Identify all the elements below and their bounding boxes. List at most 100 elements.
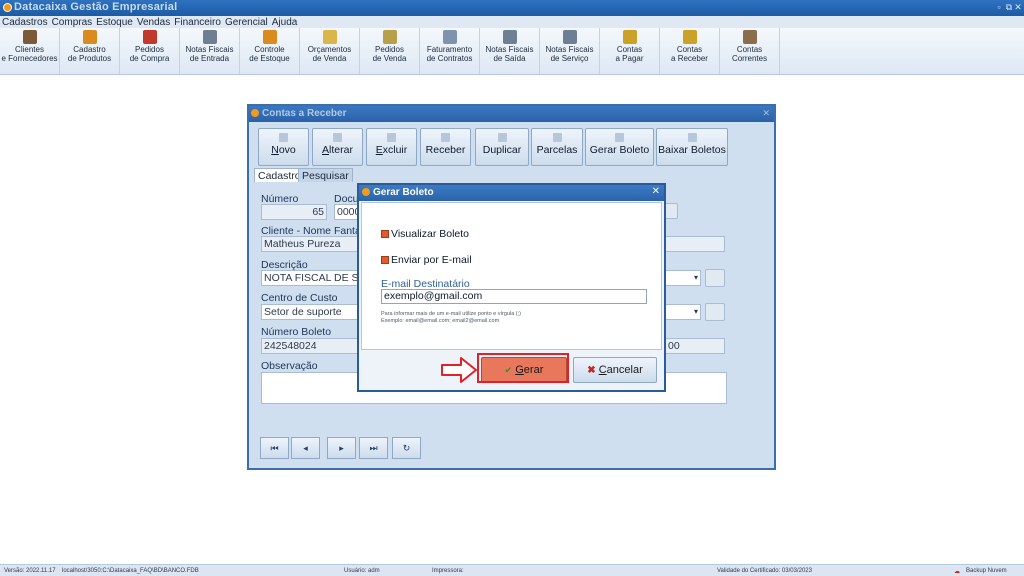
app-titlebar: Datacaixa Gestão Empresarial ▫ ⧉ ✕: [0, 0, 1024, 16]
enviar-email-label: Enviar por E-mail: [391, 254, 472, 266]
novo-button[interactable]: Novo: [258, 128, 309, 166]
excluir-label-rest: xcluir: [382, 144, 408, 156]
alterar-label: Alterar: [313, 144, 362, 156]
numero-field: 65: [261, 204, 327, 220]
enviar-email-checkbox[interactable]: [381, 256, 389, 264]
contract-doc-icon: [442, 30, 457, 44]
toolbar-pedidos-venda[interactable]: Pedidos de Venda: [360, 28, 420, 74]
toolbar-pedidos-compra-label: Pedidos de Compra: [129, 45, 170, 63]
prev-record-button[interactable]: ◂: [291, 437, 320, 459]
stock-boxes-icon: [262, 30, 277, 44]
descricao-field[interactable]: NOTA FISCAL DE SER: [261, 270, 360, 286]
gerar-boleto-label: Gerar Boleto: [589, 144, 650, 156]
gerar-boleto-titlebar: Gerar Boleto ✕: [359, 185, 664, 201]
close-icon[interactable]: ✕: [1013, 2, 1023, 12]
cancelar-label-rest: ancelar: [606, 364, 643, 376]
copy-icon: [497, 133, 507, 142]
tab-pesquisar[interactable]: Pesquisar: [298, 168, 353, 182]
toolbar-estoque[interactable]: Controle de Estoque: [240, 28, 300, 74]
edit-icon: [333, 133, 342, 142]
toolbar-nf-saida[interactable]: Notas Fiscais de Saída: [480, 28, 540, 74]
toolbar-orcamentos-label: Orçamentos de Venda: [307, 45, 352, 63]
excluir-button[interactable]: Excluir: [366, 128, 417, 166]
next-record-button[interactable]: ▸: [327, 437, 356, 459]
minimize-icon[interactable]: ▫: [994, 2, 1004, 12]
receber-button[interactable]: Receber: [420, 128, 471, 166]
valor-field: 00: [665, 338, 725, 354]
toolbar-orcamentos[interactable]: Orçamentos de Venda: [300, 28, 360, 74]
parcelas-label: Parcelas: [536, 144, 578, 156]
alterar-button[interactable]: Alterar: [312, 128, 363, 166]
first-record-button[interactable]: ⏮: [260, 437, 289, 459]
email-hint-line2: Exemplo: email@email.com; email2@email.c…: [381, 318, 500, 324]
status-backup[interactable]: Backup Nuvem: [966, 568, 1007, 574]
cancelar-button[interactable]: ✖ Cancelar: [573, 357, 657, 383]
baixar-boletos-button[interactable]: Baixar Boletos: [656, 128, 728, 166]
dialog-logo-icon: [362, 188, 370, 196]
cliente-field[interactable]: Matheus Pureza: [261, 236, 360, 252]
descricao-dropdown[interactable]: ▾: [665, 270, 701, 286]
menu-bar: Cadastros Compras Estoque Vendas Financeiro G…: [0, 16, 1024, 28]
invoice-service-icon: [562, 30, 577, 44]
window-logo-icon: [251, 109, 259, 117]
toolbar-contas-pagar[interactable]: Contas a Pagar: [600, 28, 660, 74]
dialog-close-icon[interactable]: ✕: [652, 186, 660, 197]
sales-order-icon: [382, 30, 397, 44]
window-close-icon[interactable]: ✕: [762, 108, 770, 119]
contas-receber-titlebar: Contas a Receber ✕: [249, 106, 774, 122]
centro-custo-label: Centro de Custo: [261, 292, 338, 304]
toolbar-faturamento[interactable]: Faturamento de Contratos: [420, 28, 480, 74]
toolbar-contas-correntes-label: Contas Correntes: [731, 45, 768, 63]
visualizar-checkbox[interactable]: [381, 230, 389, 238]
invoice-out-icon: [502, 30, 517, 44]
numero-boleto-field: 242548024: [261, 338, 360, 354]
app-logo-icon: [3, 3, 12, 12]
duplicar-button[interactable]: Duplicar: [475, 128, 529, 166]
toolbar-faturamento-label: Faturamento de Contratos: [426, 45, 473, 63]
alterar-label-rest: lterar: [329, 144, 353, 156]
novo-label-mnemonic: N: [271, 144, 279, 156]
toolbar-clientes[interactable]: Clientes e Fornecedores: [0, 28, 60, 74]
receber-label: Receber: [425, 144, 466, 156]
pay-icon: [622, 30, 637, 44]
status-certificado: Validade do Certificado: 03/03/2023: [717, 568, 812, 574]
main-toolbar: Clientes e Fornecedores Cadastro de Prod…: [0, 28, 1024, 75]
toolbar-produtos[interactable]: Cadastro de Produtos: [60, 28, 120, 74]
toolbar-contas-correntes[interactable]: Contas Correntes: [720, 28, 780, 74]
excluir-label-mnemonic: E: [375, 144, 383, 156]
refresh-button[interactable]: ↻: [392, 437, 421, 459]
app-title: Datacaixa Gestão Empresarial: [14, 1, 178, 13]
toolbar-clientes-label: Clientes e Fornecedores: [1, 45, 58, 63]
toolbar-nf-servico[interactable]: Notas Fiscais de Serviço: [540, 28, 600, 74]
baixar-boletos-label: Baixar Boletos: [658, 144, 726, 156]
cancelar-label-mnemonic: C: [598, 364, 607, 376]
toolbar-nf-entrada[interactable]: Notas Fiscais de Entrada: [180, 28, 240, 74]
installments-icon: [552, 133, 562, 142]
invoice-in-icon: [202, 30, 217, 44]
novo-label: Novo: [259, 144, 308, 156]
contas-receber-title: Contas a Receber: [262, 108, 347, 119]
email-input[interactable]: exemplo@gmail.com: [381, 289, 647, 304]
centro-custo-lookup-button[interactable]: [705, 303, 725, 321]
toolbar-pedidos-compra[interactable]: Pedidos de Compra: [120, 28, 180, 74]
last-record-button[interactable]: ⏭: [359, 437, 388, 459]
email-hint-line1: Para informar mais de um e-mail utilize …: [381, 311, 521, 317]
gerar-boleto-button[interactable]: Gerar Boleto: [585, 128, 654, 166]
duplicar-label: Duplicar: [482, 144, 522, 156]
toolbar-pedidos-venda-label: Pedidos de Venda: [372, 45, 407, 63]
toolbar-contas-receber[interactable]: Contas a Receber: [660, 28, 720, 74]
pointer-arrow-icon: [441, 357, 477, 383]
toolbar-estoque-label: Controle de Estoque: [249, 45, 290, 63]
centro-custo-field[interactable]: Setor de suporte: [261, 304, 360, 320]
parcelas-button[interactable]: Parcelas: [531, 128, 583, 166]
calendar-button[interactable]: [664, 203, 678, 219]
observacao-label: Observação: [261, 360, 318, 372]
status-usuario: Usuário: adm: [344, 568, 380, 574]
descricao-lookup-button[interactable]: [705, 269, 725, 287]
centro-custo-dropdown[interactable]: ▾: [665, 304, 701, 320]
people-icon: [22, 30, 37, 44]
toolbar-nf-entrada-label: Notas Fiscais de Entrada: [185, 45, 234, 63]
toolbar-contas-receber-label: Contas a Receber: [671, 45, 708, 63]
numero-boleto-label: Número Boleto: [261, 326, 332, 338]
download-boleto-icon: [687, 133, 697, 142]
